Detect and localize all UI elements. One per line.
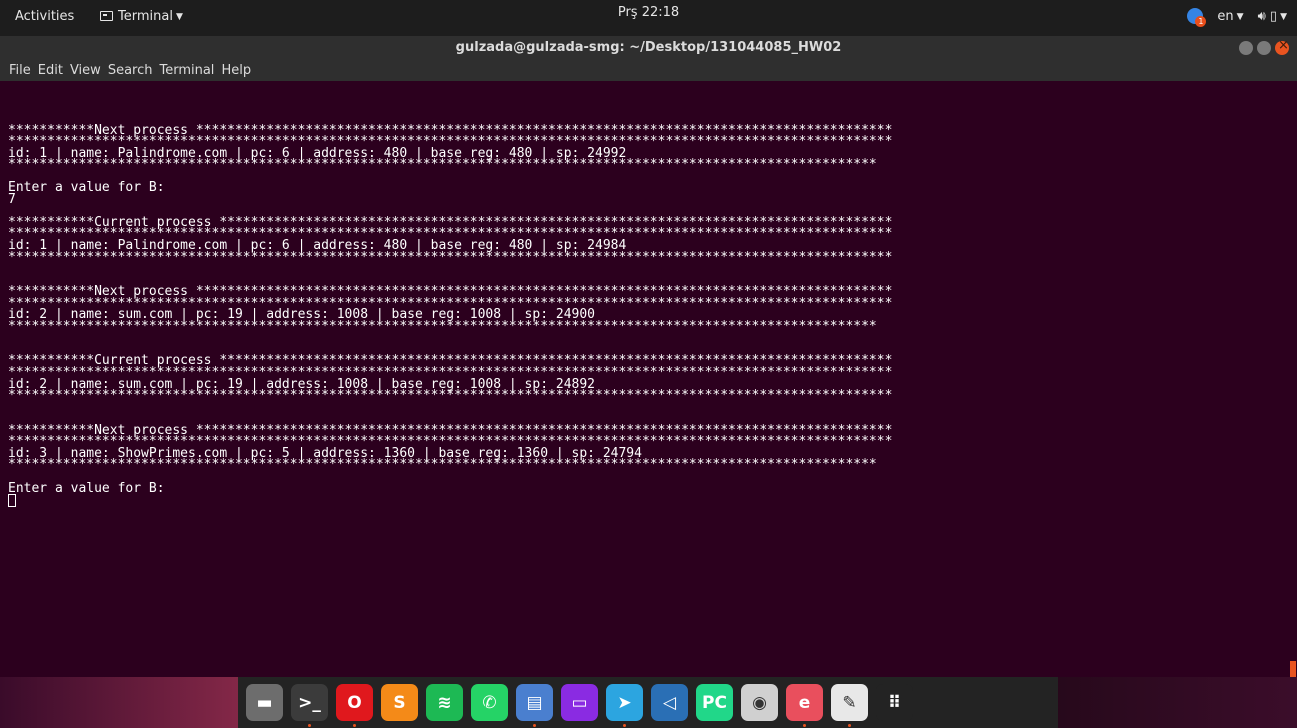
- terminal-cursor[interactable]: [8, 494, 16, 508]
- files-icon[interactable]: ▬: [246, 684, 283, 721]
- notes-icon[interactable]: ✎: [831, 684, 868, 727]
- terminal-line: ****************************************…: [8, 157, 877, 173]
- volume-icon: 🔊︎: [1257, 8, 1266, 24]
- vscode-icon[interactable]: ◁: [651, 684, 688, 721]
- menu-help[interactable]: Help: [221, 60, 251, 81]
- notification-icon[interactable]: 1: [1187, 8, 1207, 27]
- telegram-icon[interactable]: ➤: [606, 684, 643, 727]
- system-tray[interactable]: 1 en ▼ 🔊︎ ▯ ▼: [1187, 8, 1287, 27]
- language-indicator[interactable]: en ▼: [1217, 9, 1243, 24]
- opera-icon[interactable]: O: [336, 684, 373, 727]
- window-title: gulzada@gulzada-smg: ~/Desktop/131044085…: [455, 40, 842, 55]
- maximize-button[interactable]: [1257, 41, 1271, 55]
- notification-count: 1: [1195, 16, 1207, 27]
- system-menu[interactable]: 🔊︎ ▯ ▼: [1258, 9, 1287, 24]
- terminal-line: ****************************************…: [8, 388, 893, 404]
- running-indicator: [848, 724, 851, 727]
- menu-search[interactable]: Search: [108, 60, 153, 81]
- menu-edit[interactable]: Edit: [38, 60, 63, 81]
- menu-file[interactable]: File: [9, 60, 31, 81]
- terminal-icon[interactable]: >_: [291, 684, 328, 727]
- running-indicator: [353, 724, 356, 727]
- scrollbar[interactable]: [1290, 661, 1296, 677]
- language-label: en: [1217, 8, 1234, 24]
- pycharm-icon[interactable]: PC: [696, 684, 733, 721]
- terminal-line: 7: [8, 191, 16, 207]
- running-indicator: [623, 724, 626, 727]
- app-grid-icon[interactable]: ⠿: [876, 684, 913, 721]
- terminal-line: Enter a value for B:: [8, 480, 165, 496]
- edge-icon[interactable]: e: [786, 684, 823, 727]
- sublime-text-icon[interactable]: S: [381, 684, 418, 721]
- minimize-button[interactable]: [1239, 41, 1253, 55]
- whatsapp-icon[interactable]: ✆: [471, 684, 508, 721]
- terminal-cursor-line: [8, 494, 892, 508]
- terminal-line: ****************************************…: [8, 457, 877, 473]
- terminal-line: ****************************************…: [8, 249, 893, 265]
- camera-icon[interactable]: ◉: [741, 684, 778, 721]
- menu-view[interactable]: View: [70, 60, 101, 81]
- top-panel: Activities Terminal ▼ Prş 22:18 1 en ▼ 🔊︎ …: [0, 0, 1297, 36]
- text-editor-icon[interactable]: ▤: [516, 684, 553, 727]
- window-controls: [1239, 38, 1289, 55]
- spotify-icon[interactable]: ≋: [426, 684, 463, 721]
- menu-terminal[interactable]: Terminal: [159, 60, 214, 81]
- terminal-line: Enter a value for B:: [8, 180, 165, 196]
- running-indicator: [533, 724, 536, 727]
- running-indicator: [803, 724, 806, 727]
- terminal-view[interactable]: ***********Next process ****************…: [0, 81, 1297, 677]
- battery-icon: ▯: [1269, 8, 1278, 24]
- close-button[interactable]: [1275, 38, 1289, 55]
- menu-bar: File Edit View Search Terminal Help: [0, 60, 1297, 81]
- app-icon[interactable]: ▭: [561, 684, 598, 721]
- caret-down-icon: ▼: [1280, 11, 1287, 22]
- dock: ▬ >_ O S ≋ ✆ ▤ ▭ ➤ ◁ PC ◉ e ✎ ⠿: [238, 677, 1058, 728]
- clock[interactable]: Prş 22:18: [0, 5, 1297, 20]
- terminal-line: ****************************************…: [8, 318, 877, 334]
- caret-down-icon: ▼: [1236, 11, 1244, 22]
- terminal-output: ***********Next process ****************…: [8, 113, 893, 508]
- running-indicator: [308, 724, 311, 727]
